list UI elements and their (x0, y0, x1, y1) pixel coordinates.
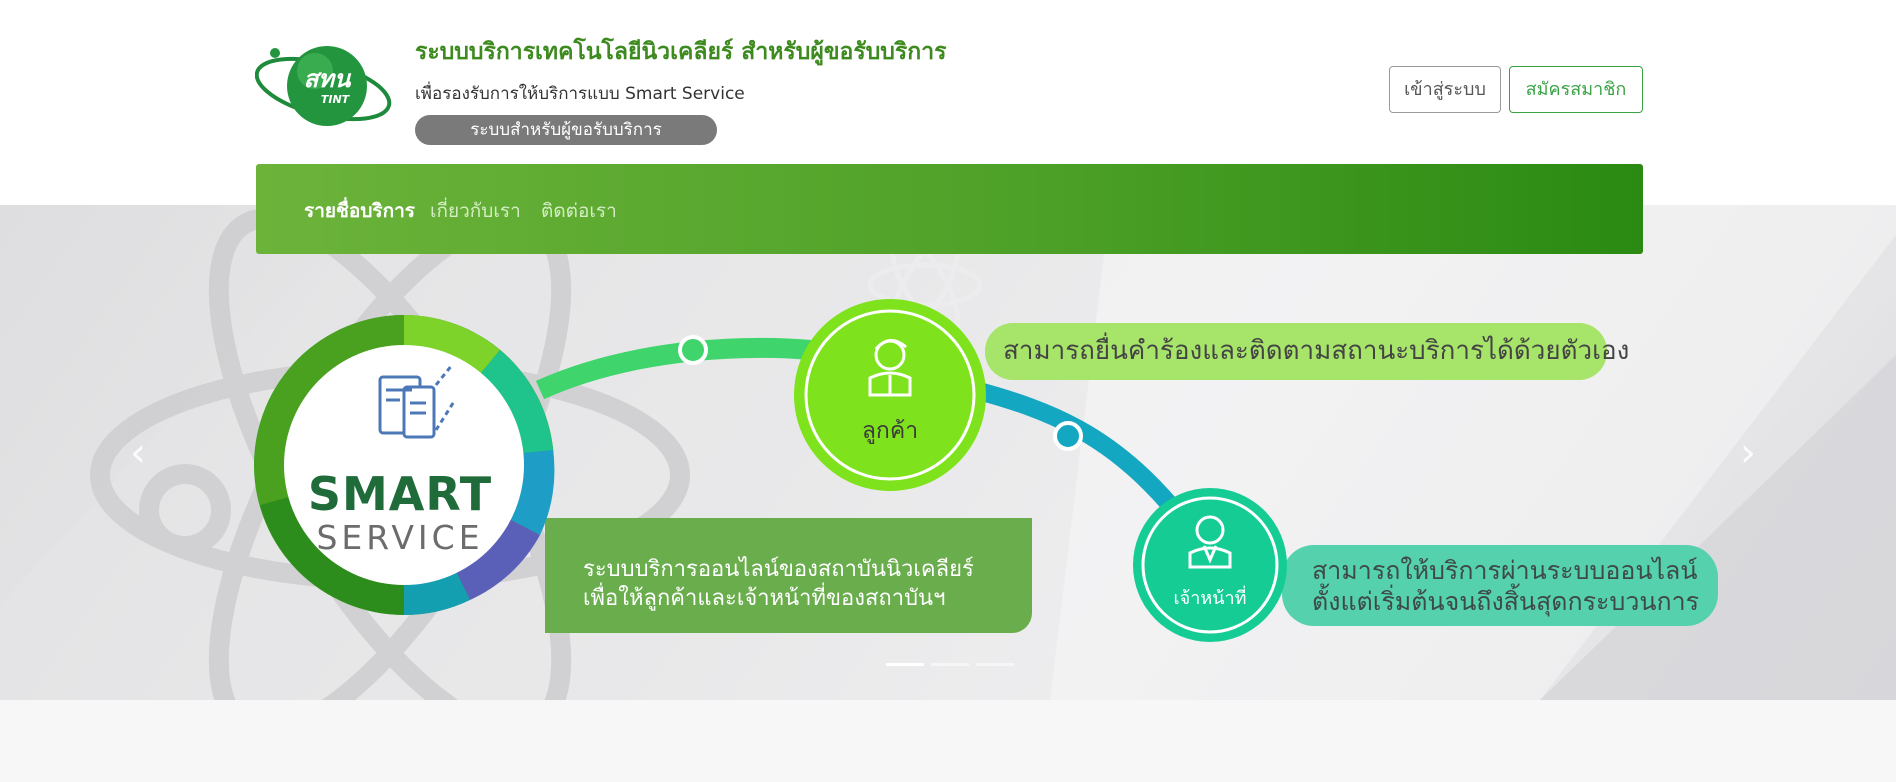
service-title: SERVICE (316, 518, 484, 557)
staff-circle (1133, 488, 1287, 642)
svg-text:TINT: TINT (321, 93, 351, 106)
login-button[interactable]: เข้าสู่ระบบ (1389, 66, 1501, 113)
site-title: ระบบบริการเทคโนโลยีนิวเคลียร์ สำหรับผู้ข… (415, 39, 947, 65)
smart-service-diagram (254, 299, 1287, 642)
staff-label: เจ้าหน้าที่ (1173, 588, 1247, 609)
main-navbar: รายชื่อบริการ เกี่ยวกับเรา ติดต่อเรา (256, 164, 1643, 254)
site-subtitle: เพื่อรองรับการให้บริการแบบ Smart Service (415, 84, 745, 104)
nav-item-contact[interactable]: ติดต่อเรา (541, 196, 617, 226)
arc-node (678, 335, 708, 365)
nav-item-services[interactable]: รายชื่อบริการ (304, 196, 415, 226)
page-content-area (0, 700, 1896, 782)
carousel-indicator[interactable] (886, 663, 924, 666)
hero-carousel: ระบบบริการออนไลน์ของสถาบันนิวเคลียร์ เพื… (0, 205, 1896, 700)
arc-node (1053, 421, 1083, 451)
nav-item-about[interactable]: เกี่ยวกับเรา (430, 196, 521, 226)
carousel-prev-icon[interactable]: ‹ (130, 430, 146, 476)
carousel-indicator[interactable] (976, 663, 1014, 666)
tint-logo[interactable]: สทน TINT (255, 43, 395, 133)
system-badge: ระบบสำหรับผู้ขอรับบริการ (415, 115, 717, 145)
carousel-indicator[interactable] (931, 663, 969, 666)
smart-title: SMART (307, 467, 493, 521)
customer-label: ลูกค้า (861, 418, 919, 444)
carousel-next-icon[interactable]: › (1740, 430, 1756, 476)
svg-text:สทน: สทน (304, 65, 352, 93)
smart-service-ring (254, 315, 555, 616)
register-button[interactable]: สมัครสมาชิก (1509, 66, 1643, 113)
